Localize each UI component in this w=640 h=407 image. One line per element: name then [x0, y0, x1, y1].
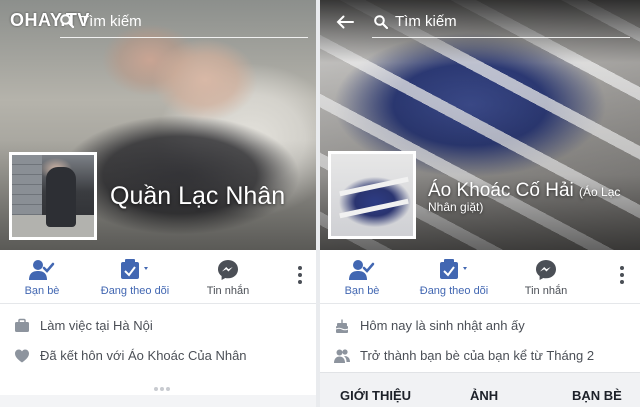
- tab-friends[interactable]: BẠN BÈ: [572, 388, 622, 403]
- briefcase-icon: [15, 318, 29, 332]
- friends-icon: [334, 349, 350, 363]
- info-work-text: Làm việc tại Hà Nội: [40, 318, 153, 333]
- messenger-icon: [508, 258, 584, 282]
- left-profile-screen: OHAY.TV Tìm kiếm Quần Lạc Nhân Bạn bè Đa…: [0, 0, 316, 407]
- profile-picture[interactable]: [9, 152, 97, 240]
- friends-label: Bạn bè: [344, 285, 380, 297]
- info-friends-since: Trở thành bạn bè của bạn kể từ Tháng 2: [320, 346, 640, 368]
- following-button[interactable]: Đang theo dõi: [90, 258, 180, 297]
- more-options-icon[interactable]: [618, 266, 626, 288]
- info-friends-since-text: Trở thành bạn bè của bạn kể từ Tháng 2: [360, 348, 595, 363]
- loading-indicator: [154, 378, 172, 396]
- search-icon[interactable]: [60, 14, 74, 28]
- profile-name-main: Áo Khoác Cố Hải: [428, 180, 574, 201]
- message-button[interactable]: Tin nhắn: [508, 258, 584, 297]
- birthday-cake-icon: [335, 319, 349, 333]
- profile-picture[interactable]: [328, 151, 416, 239]
- search-input[interactable]: Tìm kiếm: [395, 13, 457, 30]
- search-bar[interactable]: Tìm kiếm: [320, 0, 640, 40]
- search-icon[interactable]: [374, 15, 388, 29]
- info-work: Làm việc tại Hà Nội: [0, 316, 316, 338]
- following-label: Đang theo dõi: [419, 285, 489, 297]
- profile-action-bar: Bạn bè Đang theo dõi Tin nhắn: [320, 250, 640, 304]
- following-button[interactable]: Đang theo dõi: [408, 258, 500, 297]
- info-relationship-text: Đã kết hôn với Áo Khoác Của Nhân: [40, 348, 247, 363]
- info-relationship: Đã kết hôn với Áo Khoác Của Nhân: [0, 346, 316, 368]
- info-birthday: Hôm nay là sinh nhật anh ấy: [320, 316, 640, 338]
- friends-check-icon: [324, 258, 400, 282]
- messenger-icon: [190, 258, 266, 282]
- friends-label: Bạn bè: [24, 285, 60, 297]
- info-birthday-text: Hôm nay là sinh nhật anh ấy: [360, 318, 525, 333]
- profile-name-note-line2: Nhân giặt): [428, 200, 484, 214]
- search-bar[interactable]: OHAY.TV Tìm kiếm: [0, 0, 316, 40]
- back-arrow-icon[interactable]: [336, 15, 354, 29]
- message-label: Tin nhắn: [206, 285, 250, 297]
- following-icon: [408, 258, 500, 282]
- following-icon: [90, 258, 180, 282]
- heart-icon: [15, 349, 29, 363]
- friends-button[interactable]: Bạn bè: [4, 258, 80, 297]
- right-profile-screen: Tìm kiếm Áo Khoác Cố Hải (Áo Lạc Nhân gi…: [320, 0, 640, 407]
- profile-name: Quần Lạc Nhân: [110, 182, 286, 210]
- tab-photos[interactable]: ẢNH: [470, 388, 498, 403]
- profile-name-note: (Áo Lạc: [579, 185, 621, 199]
- watermark-logo: OHAY.TV: [10, 10, 90, 30]
- friends-check-icon: [4, 258, 80, 282]
- message-button[interactable]: Tin nhắn: [190, 258, 266, 297]
- search-input[interactable]: Tìm kiếm: [80, 13, 142, 30]
- profile-tabs: GIỚI THIỆU ẢNH BẠN BÈ: [320, 372, 640, 407]
- following-label: Đang theo dõi: [100, 285, 170, 297]
- message-label: Tin nhắn: [524, 285, 568, 297]
- friends-button[interactable]: Bạn bè: [324, 258, 400, 297]
- profile-action-bar: Bạn bè Đang theo dõi Tin nhắn: [0, 250, 316, 304]
- more-options-icon[interactable]: [296, 266, 304, 288]
- tab-about[interactable]: GIỚI THIỆU: [340, 388, 411, 403]
